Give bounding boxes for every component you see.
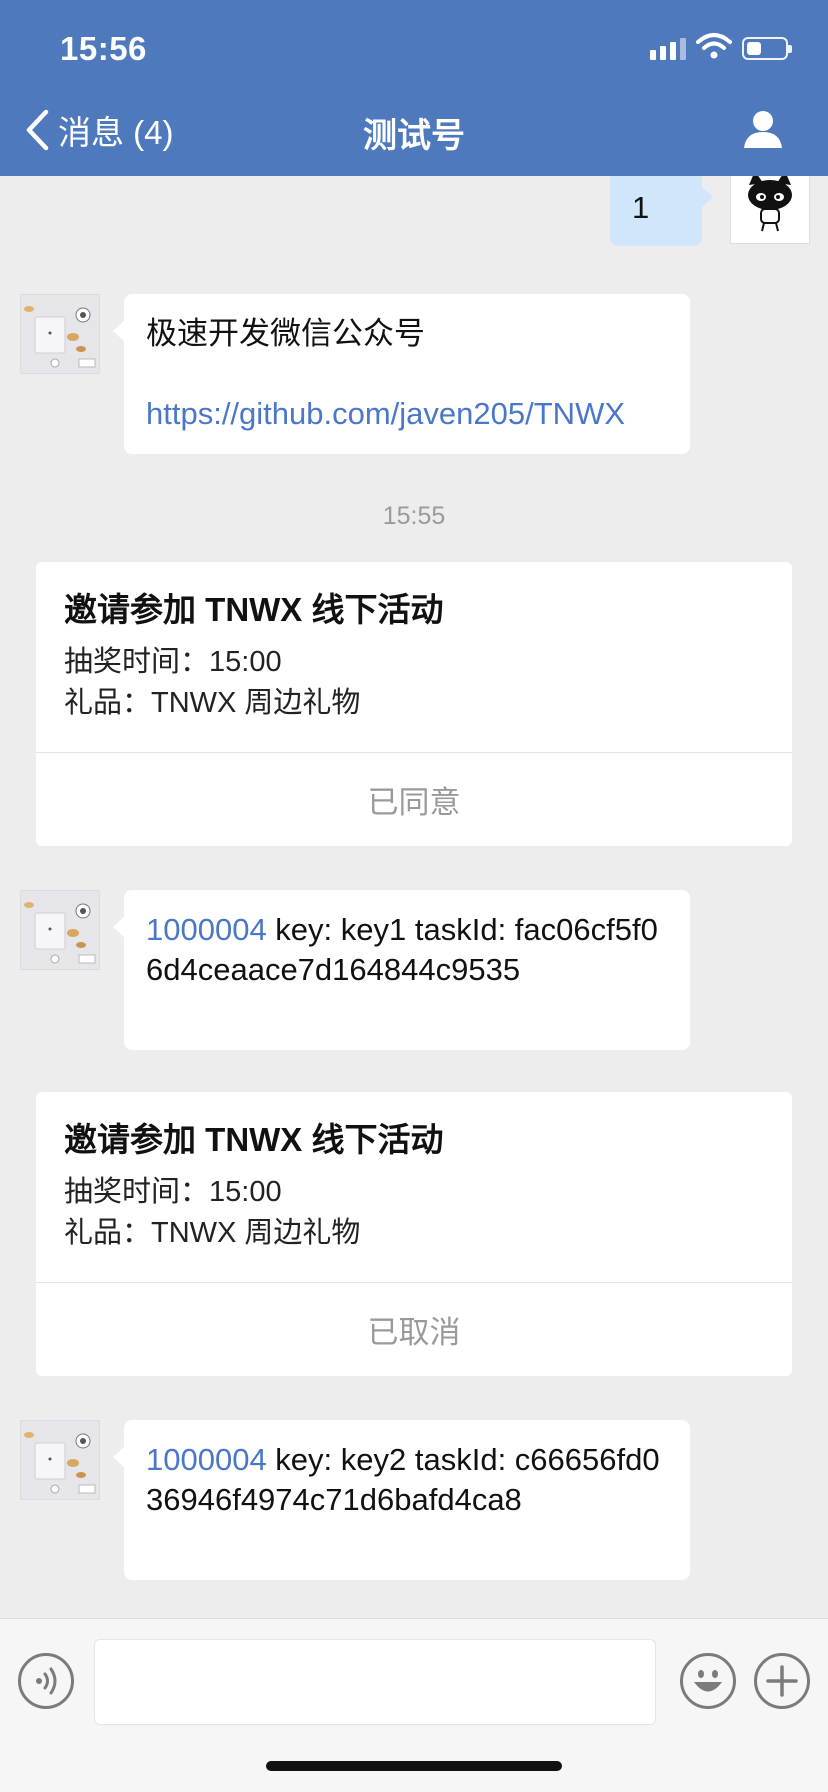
status-time: 15:56 <box>60 30 147 67</box>
agent-id[interactable]: 1000004 <box>146 912 267 947</box>
my-message-bubble[interactable]: 1 <box>610 176 713 246</box>
chat-title: 测试号 <box>363 117 465 155</box>
bot-avatar[interactable] <box>20 294 100 374</box>
card-body: 邀请参加 TNWX 线下活动 抽奖时间：15:00 礼品：TNWX 周边礼物 <box>36 1092 792 1282</box>
plus-button[interactable] <box>754 1653 810 1709</box>
plus-icon <box>766 1665 798 1697</box>
time-divider: 15:55 <box>382 502 446 530</box>
card-draw-time: 抽奖时间：15:00 <box>64 646 282 678</box>
emoji-button[interactable] <box>680 1653 736 1709</box>
card-draw-time: 抽奖时间：15:00 <box>64 1176 282 1208</box>
chat-area[interactable]: 1 极速开发微信公众号 https://github.com/javen205/… <box>0 176 828 1618</box>
bot-message-bubble[interactable]: 1000004 key: key1 taskId: fac06cf5f06d4c… <box>113 890 690 1050</box>
card-status-accepted[interactable]: 已同意 <box>36 752 792 846</box>
bot-message-bubble[interactable]: 1000004 key: key2 taskId: c66656fd036946… <box>113 1420 690 1580</box>
card-gift: 礼品：TNWX 周边礼物 <box>64 687 361 719</box>
desk-photo-icon <box>21 295 99 373</box>
card-title: 邀请参加 TNWX 线下活动 <box>64 1121 444 1158</box>
card-title: 邀请参加 TNWX 线下活动 <box>64 591 444 628</box>
emoji-icon <box>694 1670 722 1692</box>
voice-icon <box>36 1667 57 1695</box>
battery-icon <box>742 37 792 60</box>
input-bar <box>0 1618 828 1792</box>
invite-card[interactable]: 邀请参加 TNWX 线下活动 抽奖时间：15:00 礼品：TNWX 周边礼物 已… <box>36 1092 792 1376</box>
desk-photo-icon <box>21 891 99 969</box>
bot-avatar[interactable] <box>20 1420 100 1500</box>
invite-card[interactable]: 邀请参加 TNWX 线下活动 抽奖时间：15:00 礼品：TNWX 周边礼物 已… <box>36 562 792 846</box>
cat-avatar-icon <box>748 176 792 232</box>
card-status-cancelled[interactable]: 已取消 <box>36 1282 792 1376</box>
bot-avatar[interactable] <box>20 890 100 970</box>
github-link[interactable]: https://github.com/javen205/TNWX <box>146 394 668 434</box>
voice-button[interactable] <box>18 1653 74 1709</box>
signal-icon <box>650 38 686 60</box>
agent-id[interactable]: 1000004 <box>146 1442 267 1477</box>
desk-photo-icon <box>21 1421 99 1499</box>
wifi-icon <box>696 33 732 59</box>
bot-message-text: 极速开发微信公众号 <box>146 316 425 351</box>
battery-level <box>747 42 761 55</box>
my-avatar[interactable] <box>730 176 810 244</box>
home-indicator[interactable] <box>266 1761 562 1771</box>
header: 15:56 消息 (4) 测试号 <box>0 0 828 176</box>
bot-message-bubble[interactable]: 极速开发微信公众号 https://github.com/javen205/TN… <box>113 294 690 454</box>
message-input[interactable] <box>94 1639 656 1725</box>
card-gift: 礼品：TNWX 周边礼物 <box>64 1217 361 1249</box>
my-message-text: 1 <box>632 190 650 225</box>
profile-icon[interactable] <box>742 108 784 150</box>
card-body: 邀请参加 TNWX 线下活动 抽奖时间：15:00 礼品：TNWX 周边礼物 <box>36 562 792 752</box>
